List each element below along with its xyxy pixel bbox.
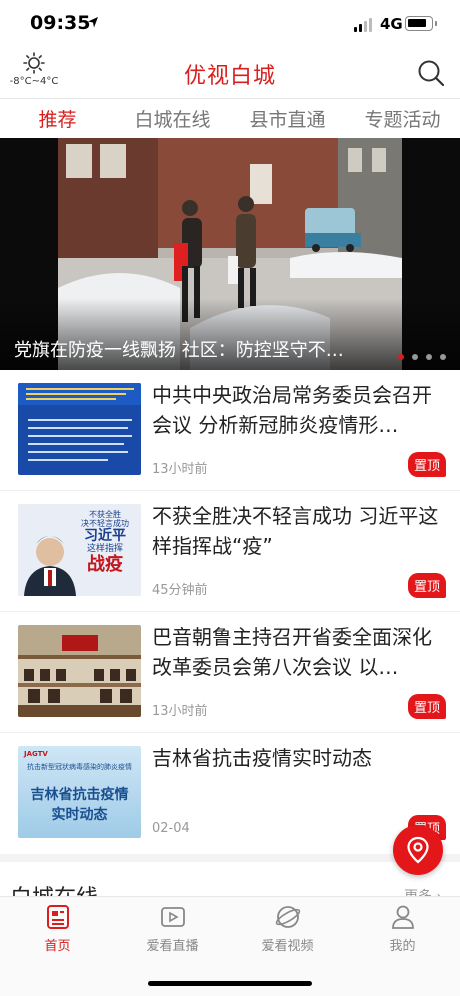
carousel-dot bbox=[412, 354, 418, 360]
nav-label: 爱看直播 bbox=[146, 939, 199, 954]
location-button[interactable] bbox=[393, 825, 443, 875]
category-tabs: 推荐 白城在线 县市直通 专题活动 bbox=[0, 98, 460, 138]
video-icon bbox=[275, 906, 300, 928]
home-indicator bbox=[148, 981, 312, 986]
thumb-text: 抗击新型冠状病毒感染的肺炎疫情 bbox=[27, 763, 132, 771]
carousel-indicator bbox=[398, 354, 446, 360]
thumb-text: 吉林省抗击疫情 bbox=[30, 787, 129, 803]
nav-mine[interactable]: 我的 bbox=[345, 903, 460, 954]
tab-special-events[interactable]: 专题活动 bbox=[345, 99, 460, 138]
news-item[interactable]: 中共中央政治局常务委员会召开会议 分析新冠肺炎疫情形… 13小时前 置顶 bbox=[0, 370, 460, 491]
news-time: 45分钟前 bbox=[152, 583, 208, 598]
live-icon bbox=[160, 907, 185, 927]
news-list: 中共中央政治局常务委员会召开会议 分析新冠肺炎疫情形… 13小时前 置顶 不获全… bbox=[0, 370, 460, 854]
app-header: -8°C~4°C 优视白城 bbox=[0, 50, 460, 98]
pinned-badge: 置顶 bbox=[407, 573, 446, 598]
news-title: 中共中央政治局常务委员会召开会议 分析新冠肺炎疫情形… bbox=[152, 383, 432, 437]
thumb-text: 决不轻言成功 bbox=[81, 519, 129, 529]
search-icon[interactable] bbox=[416, 58, 446, 88]
news-thumbnail bbox=[18, 383, 141, 475]
news-thumbnail: JAGTV 抗击新型冠状病毒感染的肺炎疫情 吉林省抗击疫情 实时动态 bbox=[18, 746, 141, 838]
status-bar: 09:35 4G bbox=[0, 0, 460, 50]
news-time: 13小时前 bbox=[152, 462, 208, 477]
user-icon bbox=[391, 905, 414, 929]
banner-carousel[interactable]: 党旗在防疫一线飘扬 社区：防控坚守不… bbox=[0, 138, 460, 370]
news-title: 吉林省抗击疫情实时动态 bbox=[152, 746, 372, 770]
carousel-dot bbox=[440, 354, 446, 360]
app-title: 优视白城 bbox=[183, 64, 276, 89]
signal-icon bbox=[354, 18, 372, 32]
carousel-dot bbox=[426, 354, 432, 360]
news-item[interactable]: JAGTV 抗击新型冠状病毒感染的肺炎疫情 吉林省抗击疫情 实时动态 吉林省抗击… bbox=[0, 733, 460, 854]
news-title: 不获全胜决不轻言成功 习近平这样指挥战“疫” bbox=[152, 504, 439, 558]
carousel-dot-active bbox=[398, 354, 404, 360]
nav-label: 我的 bbox=[389, 939, 416, 954]
news-thumbnail bbox=[18, 625, 141, 717]
news-thumbnail: 不获全胜 决不轻言成功 习近平 这样指挥 战疫 bbox=[18, 504, 141, 596]
banner-caption: 党旗在防疫一线飘扬 社区：防控坚守不… bbox=[14, 340, 344, 361]
news-time: 13小时前 bbox=[152, 704, 208, 719]
battery-icon bbox=[405, 16, 437, 31]
nav-video[interactable]: 爱看视频 bbox=[230, 903, 345, 954]
nav-label: 爱看视频 bbox=[261, 939, 314, 954]
nav-home[interactable]: 首页 bbox=[0, 903, 115, 954]
pinned-badge: 置顶 bbox=[407, 452, 446, 477]
thumb-text: 习近平 bbox=[84, 528, 126, 545]
thumb-text: 不获全胜 bbox=[89, 510, 121, 519]
pinned-badge: 置顶 bbox=[407, 694, 446, 719]
tab-baicheng-online[interactable]: 白城在线 bbox=[115, 99, 230, 138]
news-title: 巴音朝鲁主持召开省委全面深化改革委员会第八次会议 以… bbox=[152, 625, 432, 679]
news-item[interactable]: 不获全胜 决不轻言成功 习近平 这样指挥 战疫 不获全胜决不轻言成功 习近平这样… bbox=[0, 491, 460, 612]
nav-label: 首页 bbox=[44, 939, 71, 954]
network-type: 4G bbox=[380, 15, 403, 33]
map-pin-icon bbox=[407, 836, 429, 864]
nav-live[interactable]: 爱看直播 bbox=[115, 903, 230, 954]
location-arrow-icon bbox=[88, 17, 98, 28]
section-divider bbox=[0, 854, 460, 862]
tab-county-direct[interactable]: 县市直通 bbox=[230, 99, 345, 138]
home-news-icon bbox=[46, 905, 69, 929]
news-time: 02-04 bbox=[152, 821, 190, 836]
thumb-text: 实时动态 bbox=[51, 807, 108, 823]
tab-recommend[interactable]: 推荐 bbox=[0, 99, 115, 138]
news-item[interactable]: 巴音朝鲁主持召开省委全面深化改革委员会第八次会议 以… 13小时前 置顶 bbox=[0, 612, 460, 733]
status-time: 09:35 bbox=[30, 12, 91, 34]
thumb-text: 战疫 bbox=[87, 553, 123, 575]
